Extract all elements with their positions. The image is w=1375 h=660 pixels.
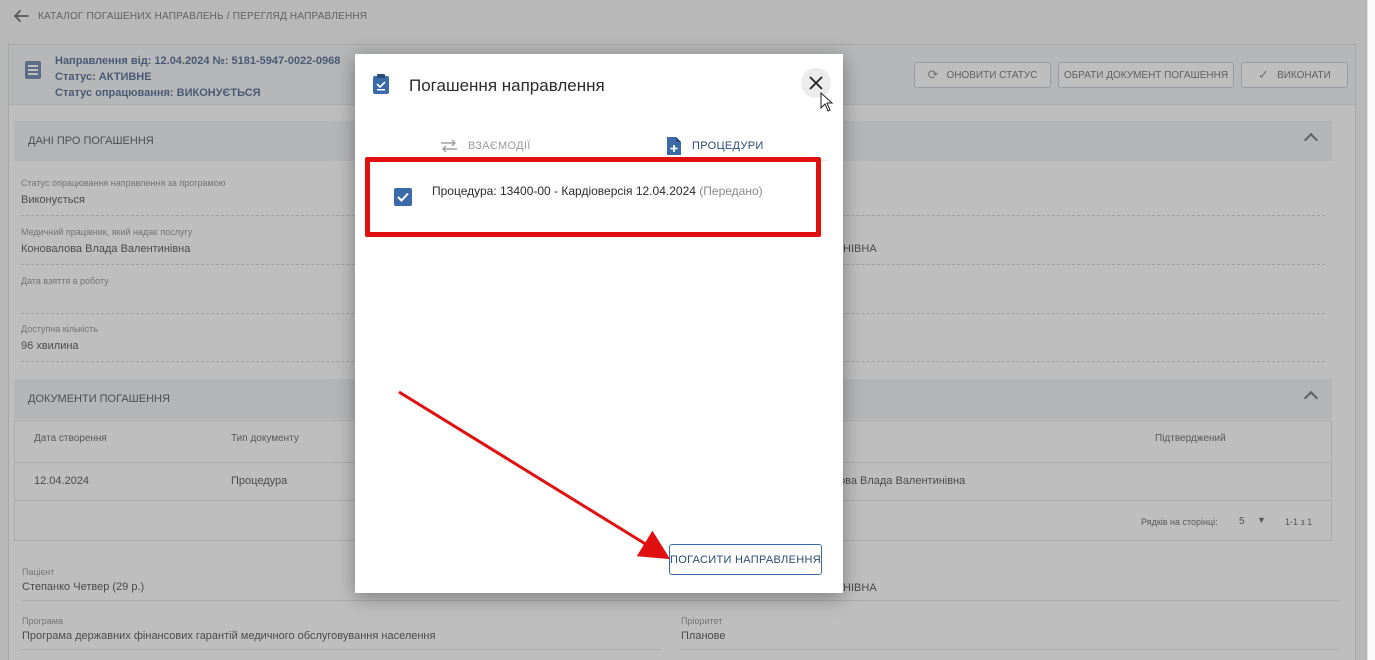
dialog-title: Погашення направлення [409,76,605,95]
close-icon [809,76,823,90]
procedure-checkbox[interactable] [394,188,412,206]
page-scrollbar[interactable] [1367,0,1375,660]
tab-procedures-label: ПРОЦЕДУРИ [692,140,764,152]
tab-interactions-label: ВЗАЄМОДІЇ [468,140,531,152]
repay-referral-button[interactable]: ПОГАСИТИ НАПРАВЛЕННЯ [669,544,822,575]
mouse-cursor-icon [820,92,834,112]
procedure-label: Процедура: 13400-00 - Кардіоверсія 12.04… [432,184,763,198]
tabs-divider [367,160,828,161]
repay-referral-dialog: Погашення направлення ВЗАЄМОДІЇ ПРОЦЕДУР… [355,54,843,593]
file-plus-icon [667,137,681,155]
tab-interactions[interactable]: ВЗАЄМОДІЇ [440,132,531,160]
checkmark-icon [397,192,409,202]
procedure-name: Процедура: 13400-00 - Кардіоверсія 12.04… [432,184,696,198]
clipboard-icon [372,73,390,95]
swap-arrows-icon [441,139,457,153]
procedure-status: (Передано) [699,184,763,198]
tab-procedures[interactable]: ПРОЦЕДУРИ [666,132,764,160]
